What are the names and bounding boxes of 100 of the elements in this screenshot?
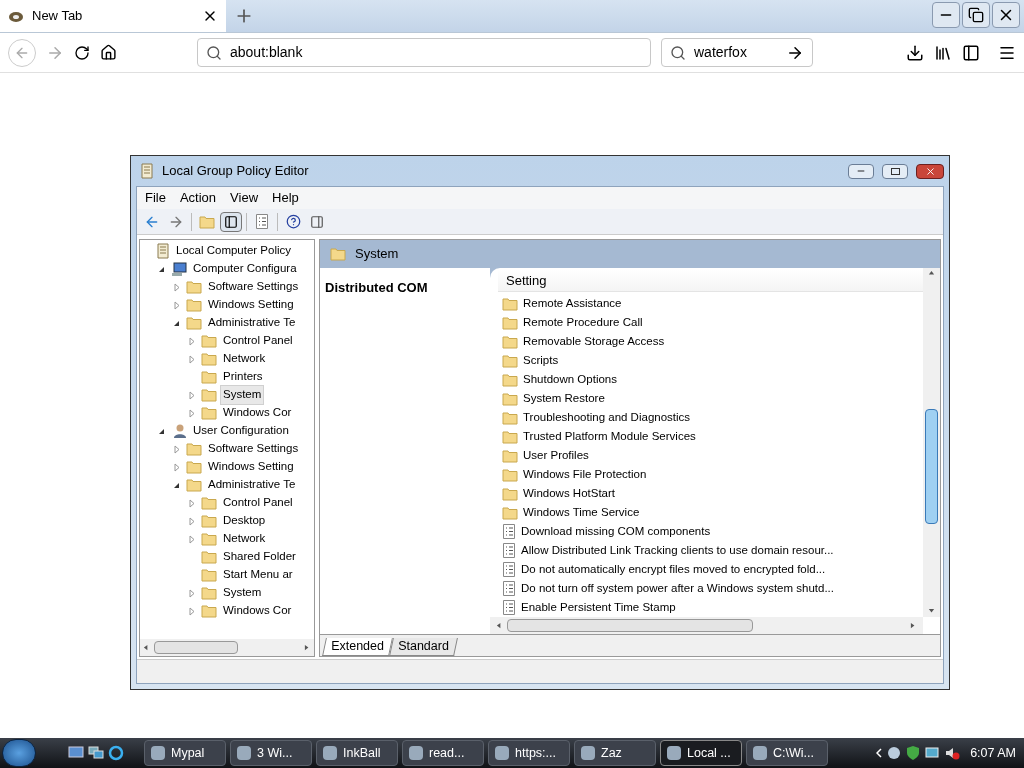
scroll-left-icon[interactable] — [496, 622, 503, 629]
tree-item[interactable]: Control Panel — [220, 331, 296, 351]
muted-speaker-icon[interactable] — [944, 745, 961, 761]
tree-item[interactable]: Local Computer Policy — [173, 241, 295, 261]
scroll-right-icon[interactable] — [910, 622, 917, 629]
collapsed-arrow-icon[interactable] — [173, 462, 180, 472]
scroll-down-icon[interactable] — [928, 608, 935, 615]
horizontal-scrollbar[interactable] — [140, 639, 314, 656]
collapsed-arrow-icon[interactable] — [188, 606, 195, 616]
vertical-scrollbar[interactable] — [923, 268, 940, 617]
setting-item[interactable]: Download missing COM components — [521, 522, 711, 541]
setting-item[interactable]: Windows File Protection — [523, 465, 647, 484]
taskbar-button[interactable]: C:\Wi... — [746, 740, 828, 766]
collapsed-arrow-icon[interactable] — [188, 354, 195, 364]
maximize-button[interactable] — [882, 163, 908, 179]
tree-item[interactable]: Printers — [220, 367, 266, 387]
taskbar-button[interactable]: Local ... — [660, 740, 742, 766]
download-icon[interactable] — [906, 43, 924, 62]
address-field[interactable]: about:blank — [197, 38, 651, 67]
horizontal-scrollbar[interactable] — [490, 617, 923, 634]
browser-tab[interactable]: New Tab — [0, 0, 226, 32]
start-button[interactable] — [2, 739, 36, 767]
taskbar-button[interactable]: InkBall — [316, 740, 398, 766]
taskbar-button[interactable]: https:... — [488, 740, 570, 766]
setting-item[interactable]: Troubleshooting and Diagnostics — [523, 408, 691, 427]
setting-item[interactable]: Enable Persistent Time Stamp — [521, 598, 676, 617]
sidebar-icon[interactable] — [962, 43, 980, 62]
restore-button[interactable] — [962, 2, 990, 28]
setting-item[interactable]: Remote Assistance — [523, 294, 622, 313]
close-button[interactable] — [916, 163, 944, 179]
tree-item[interactable]: Windows Setting — [205, 457, 297, 477]
tree-item[interactable]: Software Settings — [205, 277, 302, 297]
collapsed-arrow-icon[interactable] — [188, 390, 195, 400]
tree-item[interactable]: Windows Cor — [220, 403, 295, 423]
close-button[interactable] — [992, 2, 1020, 28]
setting-item[interactable]: System Restore — [523, 389, 605, 408]
taskbar-button[interactable]: Zaz — [574, 740, 656, 766]
tree-item[interactable]: Windows Setting — [205, 295, 297, 315]
collapsed-arrow-icon[interactable] — [188, 498, 195, 508]
setting-item[interactable]: Scripts — [523, 351, 559, 370]
monitor-icon[interactable] — [924, 745, 941, 761]
collapsed-arrow-icon[interactable] — [188, 588, 195, 598]
setting-item[interactable]: User Profiles — [523, 446, 589, 465]
expanded-arrow-icon[interactable] — [173, 481, 180, 489]
scroll-right-icon[interactable] — [304, 644, 311, 651]
setting-item[interactable]: Do not automatically encrypt files moved to encrypted fold... — [521, 560, 826, 579]
menu-item[interactable]: Action — [173, 188, 223, 208]
home-icon[interactable] — [100, 44, 117, 61]
restore-icon[interactable] — [968, 7, 984, 23]
tree-item[interactable]: Administrative Te — [205, 475, 299, 495]
tree-item[interactable]: Software Settings — [205, 439, 302, 459]
setting-item[interactable]: Do not turn off system power after a Windows system shutd... — [521, 579, 834, 598]
setting-item[interactable]: Allow Distributed Link Tracking clients to use domain resour... — [521, 541, 834, 560]
collapsed-arrow-icon[interactable] — [188, 534, 195, 544]
scroll-left-icon[interactable] — [143, 644, 150, 651]
view-tab[interactable]: Standard — [388, 638, 458, 656]
setting-item[interactable]: Windows Time Service — [523, 503, 640, 522]
tree-item[interactable]: System — [220, 583, 265, 603]
tree-item[interactable]: Desktop — [220, 511, 269, 531]
collapsed-arrow-icon[interactable] — [188, 516, 195, 526]
tree-item[interactable]: Administrative Te — [205, 313, 299, 333]
expanded-arrow-icon[interactable] — [158, 265, 165, 273]
maximize-icon[interactable] — [890, 167, 900, 175]
setting-item[interactable]: Windows HotStart — [523, 484, 616, 503]
collapsed-arrow-icon[interactable] — [173, 300, 180, 310]
browser-icon[interactable] — [108, 745, 124, 761]
setting-item[interactable]: Removable Storage Access — [523, 332, 665, 351]
tree-item[interactable]: Control Panel — [220, 493, 296, 513]
collapsed-arrow-icon[interactable] — [188, 336, 195, 346]
taskbar-button[interactable]: Mypal — [144, 740, 226, 766]
collapsed-arrow-icon[interactable] — [173, 282, 180, 292]
chevron-left-icon[interactable] — [876, 748, 883, 758]
network-icon[interactable] — [886, 745, 903, 761]
tree-item[interactable]: User Configuration — [190, 421, 292, 441]
windows-icon[interactable] — [88, 746, 104, 760]
tree-item[interactable]: Windows Cor — [220, 601, 295, 621]
setting-item[interactable]: Trusted Platform Module Services — [523, 427, 696, 446]
search-field[interactable]: waterfox — [661, 38, 813, 67]
desktop-icon[interactable] — [68, 746, 84, 760]
setting-item[interactable]: Remote Procedure Call — [523, 313, 643, 332]
tree-item[interactable]: Start Menu ar — [220, 565, 296, 585]
tree-item[interactable]: System — [220, 385, 265, 405]
taskbar-button[interactable]: 3 Wi... — [230, 740, 312, 766]
scroll-up-icon[interactable] — [928, 270, 935, 277]
library-icon[interactable] — [934, 43, 952, 62]
tree-item[interactable]: Shared Folder — [220, 547, 299, 567]
collapsed-arrow-icon[interactable] — [173, 444, 180, 454]
reload-icon[interactable] — [74, 44, 90, 61]
shield-icon[interactable] — [906, 745, 921, 761]
view-tab[interactable]: Extended — [322, 638, 393, 656]
taskbar-button[interactable]: read... — [402, 740, 484, 766]
tree-item[interactable]: Network — [220, 349, 269, 369]
menu-item[interactable]: Help — [266, 188, 305, 208]
menu-item[interactable]: View — [224, 188, 265, 208]
setting-item[interactable]: Shutdown Options — [523, 370, 617, 389]
expanded-arrow-icon[interactable] — [173, 319, 180, 327]
tree-item[interactable]: Computer Configura — [190, 259, 300, 279]
menu-item[interactable]: File — [139, 188, 172, 208]
tree-item[interactable]: Network — [220, 529, 269, 549]
clock[interactable]: 6:07 AM — [964, 743, 1022, 763]
